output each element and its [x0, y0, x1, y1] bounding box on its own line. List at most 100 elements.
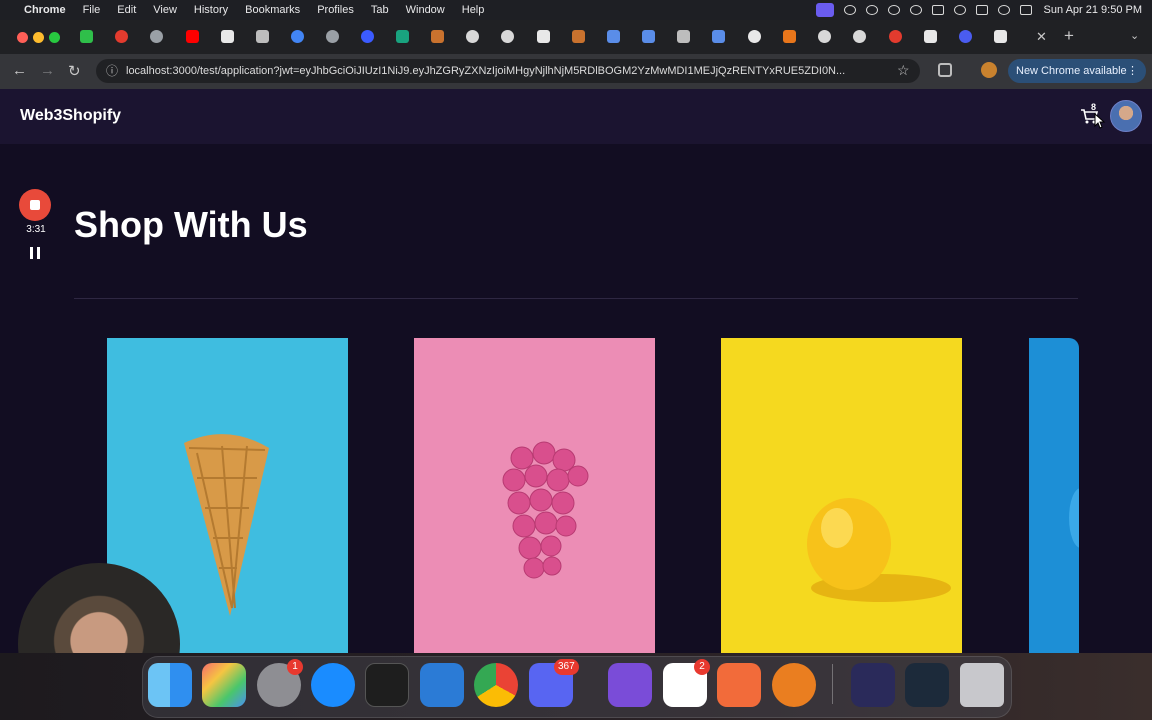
tab-favicon-icon[interactable]: [256, 30, 269, 43]
product-background: [1029, 338, 1079, 653]
tab-favicon-icon[interactable]: [431, 30, 444, 43]
menubar-clock[interactable]: Sun Apr 21 9:50 PM: [1044, 4, 1142, 16]
site-info-icon[interactable]: ⓘ: [106, 59, 118, 83]
battery-icon[interactable]: [931, 5, 944, 15]
control-center-icon[interactable]: [1019, 5, 1032, 15]
tab-search-chevron-icon[interactable]: ⌄: [1130, 29, 1139, 42]
play-icon[interactable]: [909, 5, 922, 15]
airdrop-icon[interactable]: [865, 5, 878, 15]
lemon-image: [721, 338, 962, 653]
extensions-puzzle-icon[interactable]: [938, 63, 952, 77]
grapes-image: [414, 338, 655, 653]
window-thumbnail-icon[interactable]: [851, 663, 895, 707]
tab-favicon-icon[interactable]: [572, 30, 585, 43]
forward-arrow-icon[interactable]: →: [40, 62, 55, 79]
site-header: Web3Shopify 8: [0, 89, 1152, 144]
page-title: Shop With Us: [74, 204, 308, 245]
menu-history[interactable]: History: [194, 4, 228, 16]
address-bar-url: localhost:3000/test/application?jwt=eyJh…: [126, 65, 846, 77]
tab-favicon-icon[interactable]: [115, 30, 128, 43]
macos-menu-bar: Chrome File Edit View History Bookmarks …: [0, 0, 1152, 20]
section-divider: [74, 298, 1078, 299]
tab-favicon-icon[interactable]: [889, 30, 902, 43]
finder-icon[interactable]: [148, 663, 192, 707]
new-tab-icon[interactable]: +: [1064, 26, 1074, 46]
menu-profiles[interactable]: Profiles: [317, 4, 354, 16]
tab-favicon-icon[interactable]: [221, 30, 234, 43]
menu-edit[interactable]: Edit: [117, 4, 136, 16]
metamask-extension-icon[interactable]: [981, 62, 997, 78]
safari-icon[interactable]: [311, 663, 355, 707]
record-stop-button[interactable]: [19, 189, 51, 221]
menu-help[interactable]: Help: [462, 4, 485, 16]
terminal-icon[interactable]: [365, 663, 409, 707]
openvpn-icon[interactable]: [772, 663, 816, 707]
bookmark-star-icon[interactable]: ☆: [897, 62, 910, 79]
more-menu-icon[interactable]: ⋮: [1127, 59, 1138, 83]
discord-badge: 367: [554, 659, 579, 675]
menubar-status-tray: Sun Apr 21 9:50 PM: [815, 0, 1142, 20]
tab-favicon-icon[interactable]: [466, 30, 479, 43]
active-tab-favicon-icon[interactable]: [994, 30, 1007, 43]
chrome-update-label: New Chrome available: [1016, 65, 1127, 77]
chrome-icon[interactable]: [474, 663, 518, 707]
tab-favicon-icon[interactable]: [361, 30, 374, 43]
tab-favicon-icon[interactable]: [677, 30, 690, 43]
tab-favicon-icon[interactable]: [501, 30, 514, 43]
menu-file[interactable]: File: [83, 4, 101, 16]
tab-favicon-icon[interactable]: [326, 30, 339, 43]
keyboard-icon[interactable]: [975, 5, 988, 15]
tab-favicon-icon[interactable]: [853, 30, 866, 43]
tab-favicon-icon[interactable]: [959, 30, 972, 43]
postman-icon[interactable]: [717, 663, 761, 707]
alert-icon[interactable]: [887, 5, 900, 15]
mouse-pointer-icon: [1094, 113, 1106, 129]
tab-close-icon[interactable]: ✕: [1036, 29, 1047, 45]
screen-recorder-icon[interactable]: [815, 3, 834, 17]
menu-bookmarks[interactable]: Bookmarks: [245, 4, 300, 16]
tab-favicon-icon[interactable]: [712, 30, 725, 43]
tab-favicon-icon[interactable]: [642, 30, 655, 43]
tab-favicon-icon[interactable]: [80, 30, 93, 43]
github-tab-icon[interactable]: [748, 30, 761, 43]
recording-timer: 3:31: [26, 224, 46, 235]
tab-favicon-icon[interactable]: [607, 30, 620, 43]
product-card-grapes[interactable]: [414, 338, 655, 653]
tab-favicon-icon[interactable]: [396, 30, 409, 43]
product-background: [721, 338, 962, 653]
obsidian-icon[interactable]: [608, 663, 652, 707]
google-tab-icon[interactable]: [291, 30, 304, 43]
launchpad-icon[interactable]: [202, 663, 246, 707]
tab-favicon-icon[interactable]: [150, 30, 163, 43]
chrome-update-button[interactable]: New Chrome available ⋮: [1008, 59, 1146, 83]
product-card-lemon[interactable]: [721, 338, 962, 653]
partial-product-image: [1029, 338, 1079, 653]
youtube-tab-icon[interactable]: [186, 30, 199, 43]
user-avatar[interactable]: [1110, 100, 1142, 132]
tab-favicon-icon[interactable]: [537, 30, 550, 43]
tab-favicon-icon[interactable]: [818, 30, 831, 43]
menu-tab[interactable]: Tab: [371, 4, 389, 16]
vscode-window-thumbnail-icon[interactable]: [905, 663, 949, 707]
window-minimize-icon[interactable]: [33, 32, 44, 43]
menu-app-chrome[interactable]: Chrome: [24, 4, 66, 16]
cart-count-badge: 8: [1091, 102, 1097, 112]
menu-view[interactable]: View: [153, 4, 177, 16]
address-bar[interactable]: ⓘ localhost:3000/test/application?jwt=ey…: [96, 59, 920, 83]
reload-icon[interactable]: ↻: [68, 62, 81, 80]
screen-recorder-controls: 3:31: [16, 189, 56, 269]
metamask-tab-icon[interactable]: [783, 30, 796, 43]
tab-favicon-icon[interactable]: [924, 30, 937, 43]
window-close-icon[interactable]: [17, 32, 28, 43]
brightness-icon[interactable]: [843, 5, 856, 15]
spotlight-search-icon[interactable]: [997, 5, 1010, 15]
vscode-icon[interactable]: [420, 663, 464, 707]
wifi-icon[interactable]: [953, 5, 966, 15]
back-arrow-icon[interactable]: ←: [12, 62, 27, 79]
record-pause-button[interactable]: [30, 247, 40, 259]
trash-icon[interactable]: [960, 663, 1004, 707]
menu-window[interactable]: Window: [406, 4, 445, 16]
window-zoom-icon[interactable]: [49, 32, 60, 43]
site-brand[interactable]: Web3Shopify: [20, 107, 121, 125]
product-card-partial[interactable]: [1029, 338, 1079, 653]
